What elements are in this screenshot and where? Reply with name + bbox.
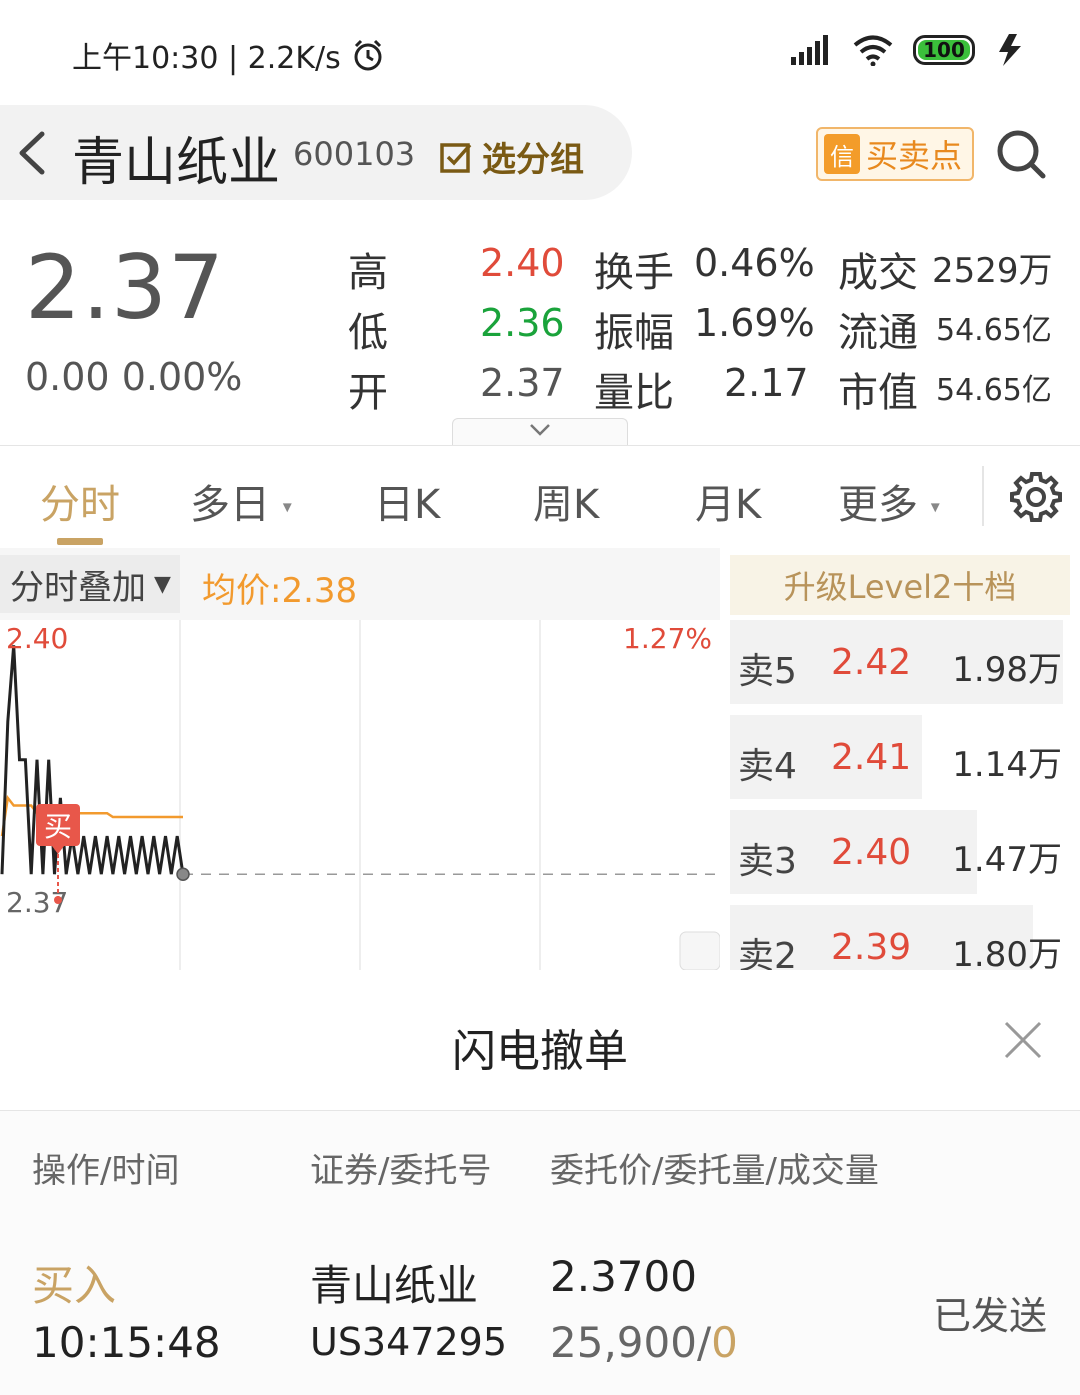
- battery-icon: 100: [913, 35, 975, 65]
- select-group-label: 选分组: [482, 140, 584, 180]
- buy-marker-label: 买: [44, 810, 72, 843]
- price-line: [0, 645, 185, 875]
- stat-label-amplitude: 振幅: [594, 310, 674, 356]
- back-icon[interactable]: [12, 128, 52, 178]
- price-change: 0.00 0.00%: [25, 355, 243, 399]
- ask-price: 2.41: [831, 737, 912, 778]
- intraday-chart[interactable]: 2.40 2.37 1.27% 买: [0, 620, 720, 970]
- ask-row[interactable]: 卖4 2.41 1.14万: [730, 715, 1070, 799]
- stat-label-volume-ratio: 量比: [594, 370, 674, 416]
- col-header-action-time: 操作/时间: [32, 1151, 180, 1191]
- upgrade-level2-button[interactable]: 升级Level2十档: [730, 555, 1070, 615]
- chevron-down-icon: [530, 424, 550, 436]
- order-action: 买入: [32, 1261, 117, 1310]
- caret-down-icon: ▾: [930, 496, 940, 518]
- status-bar: 上午10:30 | 2.2K/s 100: [0, 0, 1080, 105]
- gear-icon[interactable]: [1010, 470, 1062, 522]
- stat-value-volume: 2529万: [932, 251, 1053, 291]
- stat-label-market-cap: 市值: [838, 370, 918, 416]
- tab-multi-day-label: 多日: [190, 482, 270, 528]
- tab-daily-k[interactable]: 日K: [374, 472, 440, 530]
- tab-weekly-k[interactable]: 周K: [533, 472, 599, 530]
- chart-scroll-handle[interactable]: [679, 931, 720, 970]
- charging-icon: [999, 34, 1021, 66]
- tab-monthly-k[interactable]: 月K: [695, 472, 761, 530]
- stat-value-amplitude: 1.69%: [694, 301, 815, 345]
- ask-row[interactable]: 卖5 2.42 1.98万: [730, 620, 1070, 704]
- order-status: 已发送: [933, 1294, 1048, 1338]
- ask-volume: 1.47万: [952, 840, 1062, 880]
- ask-volume: 1.80万: [952, 935, 1062, 975]
- tab-active-indicator: [57, 538, 103, 545]
- tab-separator: [982, 466, 984, 526]
- signal-label: 买卖点: [866, 137, 963, 175]
- sheet-title: 闪电撤单: [452, 1026, 628, 1077]
- status-time: 上午10:30 | 2.2K/s: [72, 41, 341, 76]
- expand-quote-button[interactable]: [452, 418, 628, 446]
- order-qty-line: 25,900/0: [550, 1318, 738, 1367]
- close-icon[interactable]: [1003, 1020, 1043, 1060]
- stat-label-volume: 成交: [838, 250, 918, 296]
- signal-badge: 信: [824, 134, 860, 174]
- intraday-overlay-dropdown[interactable]: 分时叠加 ▼: [0, 555, 180, 613]
- stat-value-float: 54.65亿: [936, 313, 1052, 348]
- battery-level: 100: [923, 38, 965, 62]
- ask-price: 2.40: [831, 832, 912, 873]
- ask-label: 卖4: [738, 746, 797, 787]
- select-group-button[interactable]: 选分组: [440, 132, 584, 181]
- triangle-down-icon: ▼: [154, 571, 171, 597]
- col-header-price-qty: 委托价/委托量/成交量: [550, 1151, 879, 1191]
- average-price: 均价:2.38: [202, 571, 358, 611]
- caret-down-icon: ▾: [282, 496, 292, 518]
- alarm-icon: [354, 39, 382, 71]
- current-price: 2.37: [25, 236, 225, 339]
- tab-intraday[interactable]: 分时: [40, 472, 120, 530]
- tab-multi-day[interactable]: 多日 ▾: [190, 472, 292, 530]
- ask-price: 2.39: [831, 927, 912, 968]
- buy-sell-signal-button[interactable]: 信 买卖点: [816, 127, 974, 181]
- ask-label: 卖5: [738, 651, 797, 692]
- search-icon[interactable]: [995, 128, 1047, 180]
- wifi-icon: [853, 35, 893, 66]
- order-qty: 25,900/: [550, 1318, 712, 1367]
- stat-value-low: 2.36: [480, 301, 565, 345]
- col-header-security-order: 证券/委托号: [310, 1151, 492, 1191]
- ask-label: 卖3: [738, 841, 797, 882]
- stock-code: 600103: [293, 135, 416, 173]
- order-number: US347295: [310, 1320, 507, 1364]
- stat-label-open: 开: [348, 370, 388, 416]
- stat-value-volume-ratio: 2.17: [724, 361, 809, 405]
- stat-value-high: 2.40: [480, 241, 565, 285]
- checkbox-icon: [440, 142, 472, 173]
- status-left: 上午10:30 | 2.2K/s: [72, 33, 385, 77]
- order-price: 2.3700: [550, 1252, 697, 1301]
- stat-label-high: 高: [348, 250, 388, 296]
- order-filled: 0: [711, 1318, 738, 1367]
- overlay-label: 分时叠加: [10, 567, 146, 608]
- status-right: 100: [791, 34, 1025, 66]
- ask-row[interactable]: 卖3 2.40 1.47万: [730, 810, 1070, 894]
- tab-more[interactable]: 更多 ▾: [838, 472, 940, 530]
- stat-value-market-cap: 54.65亿: [936, 373, 1052, 408]
- order-time: 10:15:48: [32, 1318, 221, 1367]
- ask-volume: 1.98万: [952, 650, 1062, 690]
- stock-name: 青山纸业: [72, 133, 281, 193]
- price-end-dot: [176, 867, 190, 881]
- ask-price: 2.42: [831, 642, 912, 683]
- stat-label-turnover: 换手: [594, 250, 674, 296]
- order-security: 青山纸业: [310, 1261, 479, 1310]
- stat-value-open: 2.37: [480, 361, 565, 405]
- chart-high-label: 2.40: [6, 622, 68, 655]
- stat-label-float: 流通: [838, 310, 918, 356]
- tab-more-label: 更多: [838, 482, 918, 528]
- cell-signal-icon: [791, 35, 828, 65]
- ask-volume: 1.14万: [952, 745, 1062, 785]
- divider: [0, 445, 1080, 446]
- chart-pct-label: 1.27%: [623, 622, 712, 655]
- stat-value-turnover: 0.46%: [694, 241, 815, 285]
- stat-label-low: 低: [348, 310, 388, 356]
